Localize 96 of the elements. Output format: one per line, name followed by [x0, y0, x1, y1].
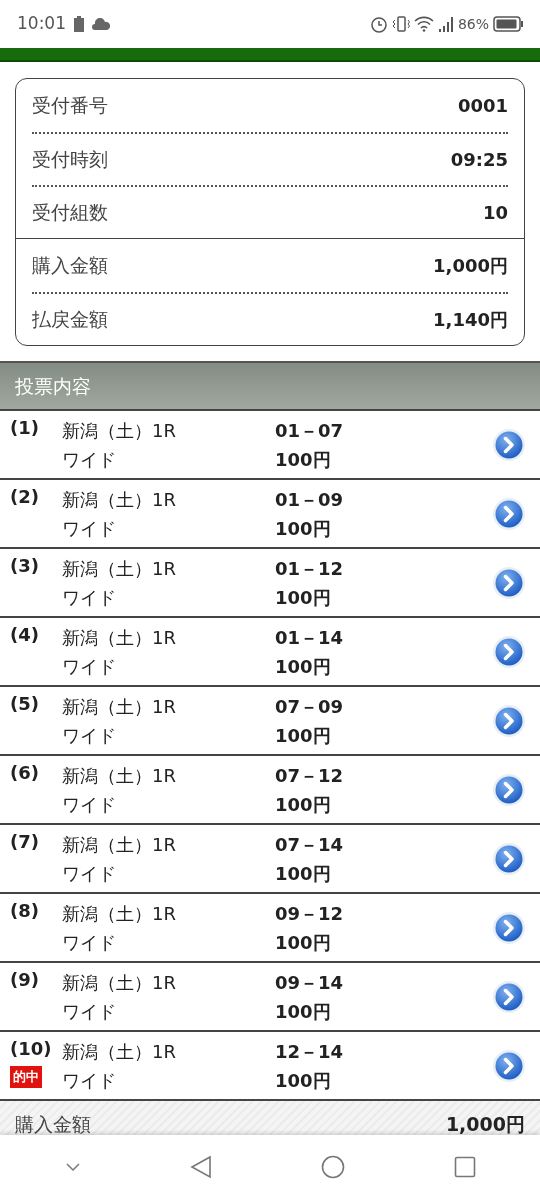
chevron-down-icon[interactable] [64, 1162, 81, 1172]
bet-combination: 09－12 [275, 901, 345, 926]
bet-number: (3) [10, 555, 39, 577]
bet-type: ワイド [62, 1068, 117, 1093]
wifi-icon [413, 16, 434, 32]
bet-combination: 01－07 [275, 418, 345, 443]
bet-amount: 100円 [275, 654, 332, 679]
bet-type: ワイド [62, 516, 117, 541]
battery-percent: 86% [457, 14, 489, 34]
chevron-right-icon[interactable] [492, 427, 526, 462]
summary-value: 1,000円 [433, 254, 508, 278]
bet-type: ワイド [62, 861, 117, 886]
bet-number: (7) [10, 831, 39, 853]
bet-number: (8) [10, 900, 39, 922]
cloud-icon [92, 18, 110, 30]
bet-number: (4) [10, 624, 39, 646]
summary-label: 払戻金額 [32, 307, 108, 333]
bet-type: ワイド [62, 654, 117, 679]
bet-combination: 01－14 [275, 625, 345, 650]
bet-amount: 100円 [275, 585, 332, 610]
bet-number: (10) [10, 1038, 52, 1060]
battery-charging-icon [74, 16, 84, 32]
footer-value: 1,000円 [445, 1113, 525, 1135]
back-icon[interactable] [189, 1155, 212, 1179]
bet-number: (6) [10, 762, 39, 784]
summary-value: 1,140円 [433, 308, 508, 332]
bet-type: ワイド [62, 723, 117, 748]
section-title: 投票内容 [15, 373, 91, 399]
summary-label: 受付時刻 [32, 147, 108, 173]
bet-combination: 01－12 [275, 556, 345, 581]
summary-label: 受付組数 [32, 200, 108, 226]
chevron-right-icon[interactable] [492, 496, 526, 531]
bet-number: (5) [10, 693, 39, 715]
chevron-right-icon[interactable] [492, 841, 526, 876]
recents-icon[interactable] [453, 1156, 476, 1178]
bet-row[interactable]: (5) 新潟（土）1R ワイド 07－09 100円 [0, 685, 540, 754]
bet-type: ワイド [62, 792, 117, 817]
bet-row[interactable]: (1) 新潟（土）1R ワイド 01－07 100円 [0, 409, 540, 478]
bet-amount: 100円 [275, 999, 332, 1024]
bet-type: ワイド [62, 930, 117, 955]
bet-combination: 07－14 [275, 832, 345, 857]
race-name: 新潟（土）1R [62, 418, 177, 443]
bet-amount: 100円 [275, 516, 332, 541]
summary-label: 受付番号 [32, 93, 108, 119]
home-icon[interactable] [320, 1155, 345, 1179]
hit-badge: 的中 [10, 1066, 42, 1088]
bet-row[interactable]: (2) 新潟（土）1R ワイド 01－09 100円 [0, 478, 540, 547]
vibrate-icon [391, 15, 410, 33]
chevron-right-icon[interactable] [492, 772, 526, 807]
bet-combination: 01－09 [275, 487, 345, 512]
battery-icon [493, 16, 523, 32]
bet-amount: 100円 [275, 792, 332, 817]
summary-label: 購入金額 [32, 253, 108, 279]
bet-amount: 100円 [275, 723, 332, 748]
race-name: 新潟（土）1R [62, 970, 177, 995]
bet-combination: 12－14 [275, 1039, 345, 1064]
footer-label: 購入金額 [15, 1113, 91, 1135]
bet-amount: 100円 [275, 930, 332, 955]
race-name: 新潟（土）1R [62, 901, 177, 926]
bet-row[interactable]: (7) 新潟（土）1R ワイド 07－14 100円 [0, 823, 540, 892]
bet-amount: 100円 [275, 447, 332, 472]
bet-number: (9) [10, 969, 39, 991]
bet-row[interactable]: (4) 新潟（土）1R ワイド 01－14 100円 [0, 616, 540, 685]
chevron-right-icon[interactable] [492, 634, 526, 669]
bet-combination: 09－14 [275, 970, 345, 995]
race-name: 新潟（土）1R [62, 694, 177, 719]
status-time: 10:01 [17, 12, 66, 36]
race-name: 新潟（土）1R [62, 625, 177, 650]
chevron-right-icon[interactable] [492, 703, 526, 738]
chevron-right-icon[interactable] [492, 565, 526, 600]
bet-number: (1) [10, 417, 39, 439]
chevron-right-icon[interactable] [492, 979, 526, 1014]
race-name: 新潟（土）1R [62, 556, 177, 581]
alarm-icon [369, 15, 388, 33]
bet-amount: 100円 [275, 1068, 332, 1093]
summary-value: 09:25 [450, 148, 508, 172]
bet-combination: 07－12 [275, 763, 345, 788]
race-name: 新潟（土）1R [62, 832, 177, 857]
bet-row[interactable]: (6) 新潟（土）1R ワイド 07－12 100円 [0, 754, 540, 823]
bet-number: (2) [10, 486, 39, 508]
bet-row[interactable]: (8) 新潟（土）1R ワイド 09－12 100円 [0, 892, 540, 961]
race-name: 新潟（土）1R [62, 487, 177, 512]
bet-type: ワイド [62, 447, 117, 472]
race-name: 新潟（土）1R [62, 763, 177, 788]
race-name: 新潟（土）1R [62, 1039, 177, 1064]
signal-icon [437, 16, 454, 32]
bet-row[interactable]: (3) 新潟（土）1R ワイド 01－12 100円 [0, 547, 540, 616]
bet-amount: 100円 [275, 861, 332, 886]
bet-combination: 07－09 [275, 694, 345, 719]
summary-value: 10 [482, 201, 508, 225]
bet-type: ワイド [62, 999, 117, 1024]
chevron-right-icon[interactable] [492, 910, 526, 945]
bet-type: ワイド [62, 585, 117, 610]
chevron-right-icon[interactable] [492, 1048, 526, 1083]
bet-row[interactable]: (9) 新潟（土）1R ワイド 09－14 100円 [0, 961, 540, 1030]
summary-value: 0001 [457, 94, 508, 118]
